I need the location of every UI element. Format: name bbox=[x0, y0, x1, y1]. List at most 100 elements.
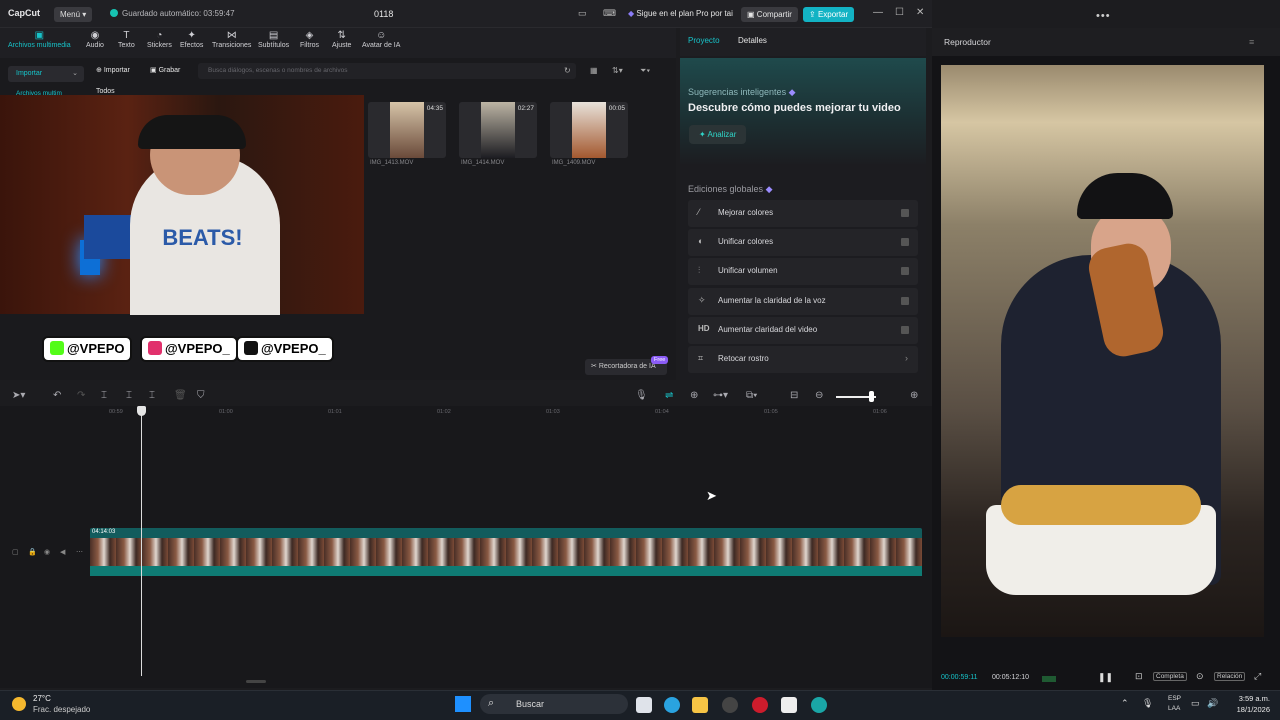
maximize-icon[interactable]: ☐ bbox=[895, 7, 904, 18]
edit-unify-volume[interactable]: ⫶ Unificar volumen bbox=[688, 258, 918, 285]
playhead[interactable] bbox=[141, 406, 142, 676]
sort-icon[interactable]: ⇅▾ bbox=[612, 66, 623, 75]
tool-media[interactable]: ▣ Archivos multimedia bbox=[8, 30, 71, 49]
menu-button[interactable]: Menú ▾ bbox=[54, 7, 93, 22]
edit-checkbox[interactable] bbox=[901, 209, 909, 217]
edit-improve-colors[interactable]: ⁄ Mejorar colores bbox=[688, 200, 918, 227]
more-icon[interactable]: ••• bbox=[1096, 10, 1111, 22]
pause-icon[interactable]: ❚❚ bbox=[1098, 672, 1113, 683]
volume-icon[interactable]: ◀ bbox=[60, 548, 65, 556]
eye-icon[interactable]: ◉ bbox=[44, 548, 50, 556]
import-sidebar-button[interactable]: Importar ⌄ bbox=[8, 66, 84, 82]
windows-start-icon[interactable] bbox=[455, 696, 471, 712]
grid-view-icon[interactable]: ▦ bbox=[590, 66, 598, 75]
edit-retouch-face[interactable]: ⌗ Retocar rostro › bbox=[688, 346, 918, 373]
network-icon[interactable]: ▭ bbox=[1191, 698, 1200, 709]
edit-checkbox[interactable] bbox=[901, 267, 909, 275]
shortcuts-icon[interactable]: ⌨ bbox=[603, 8, 616, 19]
tab-project[interactable]: Proyecto bbox=[688, 36, 720, 45]
tool-stickers[interactable]: ◔ Stickers bbox=[147, 30, 172, 49]
trim-left-icon[interactable]: ⌶ bbox=[126, 390, 132, 401]
discord-icon[interactable] bbox=[811, 697, 827, 713]
zoom-out-icon[interactable]: ⊖ bbox=[815, 390, 823, 401]
undo-icon[interactable]: ↶ bbox=[53, 390, 61, 401]
edit-video-clarity[interactable]: HD Aumentar claridad del video bbox=[688, 317, 918, 344]
export-button[interactable]: ⇪ Exportar bbox=[803, 7, 855, 22]
aspect-icon[interactable]: ⊡ bbox=[1135, 671, 1143, 682]
tool-filters[interactable]: ◈ Filtros bbox=[300, 30, 319, 49]
tab-details[interactable]: Detalles bbox=[738, 36, 767, 45]
tool-avatar[interactable]: ☺ Avatar de IA bbox=[362, 30, 400, 49]
playhead-handle[interactable] bbox=[137, 406, 146, 416]
keyboard-layout[interactable]: LAA bbox=[1168, 705, 1180, 712]
edit-voice-clarity[interactable]: ✧ Aumentar la claridad de la voz bbox=[688, 288, 918, 315]
share-button[interactable]: ▣ Compartir bbox=[741, 7, 798, 22]
language-code[interactable]: ESP bbox=[1168, 695, 1181, 702]
taskbar-search[interactable]: Buscar bbox=[480, 694, 628, 714]
minimize-icon[interactable]: — bbox=[873, 7, 883, 18]
media-search-input[interactable]: Busca diálogos, escenas o nombres de arc… bbox=[198, 63, 576, 79]
delete-icon[interactable]: 🗑 bbox=[174, 390, 187, 401]
project-name[interactable]: 0118 bbox=[374, 9, 393, 19]
microphone-icon[interactable]: 🎙 bbox=[635, 390, 648, 401]
weather-icon[interactable] bbox=[12, 697, 26, 711]
fit-icon[interactable]: ⊟ bbox=[790, 390, 798, 401]
preview-icon[interactable]: ⊶▾ bbox=[713, 390, 728, 401]
analyze-button[interactable]: ✦ Analizar bbox=[689, 125, 747, 144]
fullscreen-icon[interactable]: ⤢ bbox=[1254, 671, 1261, 682]
select-tool-icon[interactable]: ➤▾ bbox=[12, 390, 25, 401]
more-icon[interactable]: ⋯ bbox=[76, 548, 83, 556]
menu-icon[interactable]: ≡ bbox=[1249, 37, 1254, 47]
split-icon[interactable]: ⌶ bbox=[101, 390, 107, 401]
clock-time[interactable]: 3:59 a.m. bbox=[1234, 694, 1270, 703]
quality-button[interactable]: Completa bbox=[1153, 672, 1187, 681]
link-icon[interactable]: ⇌ bbox=[665, 390, 673, 401]
edit-unify-colors[interactable]: ◐ Unificar colores bbox=[688, 229, 918, 256]
layout-icon[interactable]: ▭ bbox=[578, 8, 587, 19]
tab-all[interactable]: Todos bbox=[96, 88, 115, 95]
edit-checkbox[interactable] bbox=[901, 297, 909, 305]
zoom-in-icon[interactable]: ⊕ bbox=[910, 390, 918, 401]
edit-checkbox[interactable] bbox=[901, 326, 909, 334]
record-button[interactable]: ▣ Grabar bbox=[150, 66, 180, 74]
media-thumbnail-3[interactable]: 00:05 bbox=[550, 102, 628, 158]
edit-checkbox[interactable] bbox=[901, 238, 909, 246]
capcut-icon[interactable] bbox=[781, 697, 797, 713]
lock-icon[interactable]: 🔒 bbox=[28, 548, 37, 556]
close-icon[interactable]: ✕ bbox=[916, 7, 924, 18]
refresh-icon[interactable]: ↻ bbox=[564, 66, 571, 75]
opera-icon[interactable] bbox=[752, 697, 768, 713]
track-cover-icon[interactable]: ▢ bbox=[12, 548, 19, 556]
media-thumbnail-1[interactable]: 04:35 bbox=[368, 102, 446, 158]
clock-date[interactable]: 18/1/2026 bbox=[1226, 705, 1270, 714]
tool-adjust[interactable]: ⇅ Ajuste bbox=[332, 30, 351, 49]
folder-icon[interactable] bbox=[692, 697, 708, 713]
telegram-icon[interactable] bbox=[664, 697, 680, 713]
tool-audio[interactable]: ◉ Audio bbox=[86, 30, 104, 49]
track-icon[interactable]: ⧉▾ bbox=[746, 390, 757, 401]
pro-plan-link[interactable]: ◆ Sigue en el plan Pro por tai bbox=[628, 9, 733, 18]
volume-icon[interactable]: 🔊 bbox=[1207, 698, 1218, 709]
chevron-up-icon[interactable]: ⌃ bbox=[1121, 698, 1129, 709]
player-video[interactable] bbox=[941, 65, 1264, 637]
tool-subtitles[interactable]: ▤ Subtítulos bbox=[258, 30, 289, 49]
tool-effects[interactable]: ✦ Efectos bbox=[180, 30, 203, 49]
snapshot-icon[interactable]: ⊙ bbox=[1196, 671, 1204, 682]
trim-right-icon[interactable]: ⌶ bbox=[149, 390, 155, 401]
snap-icon[interactable]: ⊕ bbox=[690, 390, 698, 401]
app-icon[interactable] bbox=[722, 697, 738, 713]
shield-icon[interactable]: ⛉ bbox=[197, 390, 205, 401]
timeline-scrollbar[interactable] bbox=[246, 680, 266, 683]
import-button[interactable]: ⊕ Importar bbox=[96, 66, 130, 74]
tool-transitions[interactable]: ⋈ Transiciones bbox=[212, 30, 251, 49]
tool-label: Filtros bbox=[300, 42, 320, 49]
redo-icon[interactable]: ↷ bbox=[77, 390, 85, 401]
tool-text[interactable]: T Texto bbox=[118, 30, 135, 49]
microphone-icon[interactable]: 🎙 bbox=[1142, 698, 1153, 709]
zoom-slider-handle[interactable] bbox=[869, 391, 874, 402]
ratio-button[interactable]: Relación bbox=[1214, 672, 1246, 681]
media-thumbnail-2[interactable]: 02:27 bbox=[459, 102, 537, 158]
taskview-icon[interactable] bbox=[636, 697, 652, 713]
filter-icon[interactable]: ⏷▾ bbox=[640, 66, 650, 76]
global-title-text: Ediciones globales bbox=[688, 184, 764, 194]
